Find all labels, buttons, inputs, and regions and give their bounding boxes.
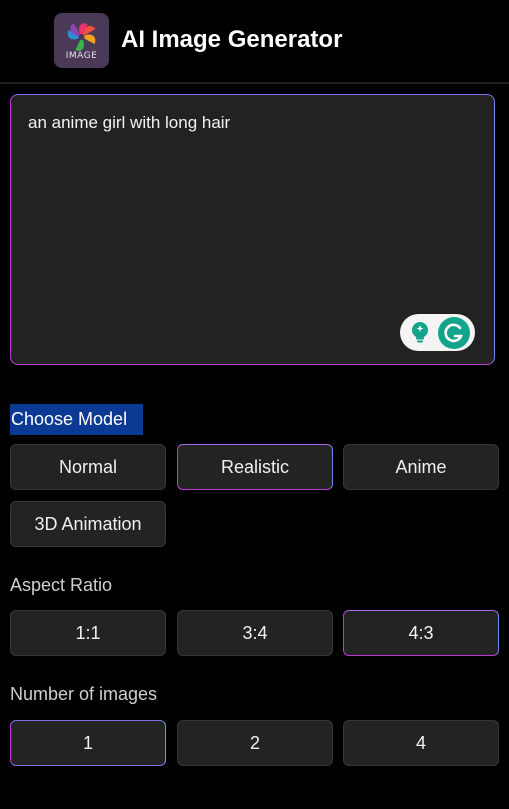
aspect-option-4-3[interactable]: 4:3 xyxy=(343,610,499,656)
images-option-2[interactable]: 2 xyxy=(177,720,333,766)
images-option-1[interactable]: 1 xyxy=(10,720,166,766)
choose-model-label: Choose Model xyxy=(10,404,143,435)
number-of-images-label: Number of images xyxy=(10,684,158,704)
app-header: IMAGE AI Image Generator xyxy=(0,0,509,84)
images-option-4[interactable]: 4 xyxy=(343,720,499,766)
model-option-anime[interactable]: Anime xyxy=(343,444,499,490)
aspect-option-1-1[interactable]: 1:1 xyxy=(10,610,166,656)
model-option-normal[interactable]: Normal xyxy=(10,444,166,490)
aspect-option-3-4[interactable]: 3:4 xyxy=(177,610,333,656)
logo-label: IMAGE xyxy=(65,51,98,61)
lightbulb-icon[interactable] xyxy=(408,320,432,344)
grammarly-widget[interactable] xyxy=(400,314,475,351)
app-title: AI Image Generator xyxy=(121,26,343,53)
model-option-realistic[interactable]: Realistic xyxy=(177,444,333,490)
aspect-ratio-label: Aspect Ratio xyxy=(10,575,113,595)
model-option-3d-animation[interactable]: 3D Animation xyxy=(10,501,166,547)
grammarly-icon[interactable] xyxy=(438,317,470,349)
app-logo[interactable]: IMAGE xyxy=(54,13,109,68)
prompt-text[interactable]: an anime girl with long hair xyxy=(28,113,230,133)
prompt-textarea[interactable]: an anime girl with long hair xyxy=(10,94,495,365)
